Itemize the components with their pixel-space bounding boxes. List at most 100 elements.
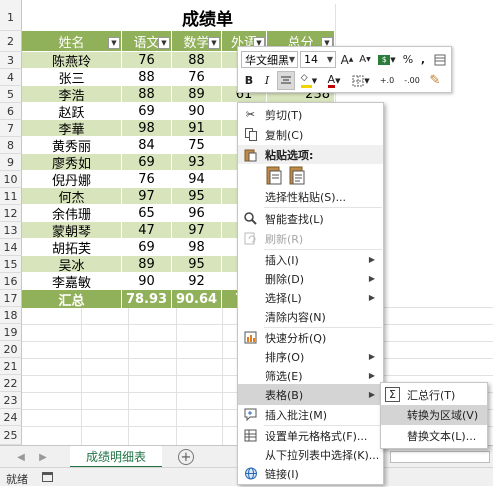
cell-chinese[interactable]: 90 [122, 273, 172, 290]
macro-record-icon[interactable] [42, 472, 53, 482]
row-header[interactable]: 17 [0, 290, 22, 307]
cell-name[interactable]: 余伟珊 [22, 205, 122, 223]
cell-chinese[interactable]: 76 [122, 52, 172, 69]
totals-math[interactable]: 90.64 [172, 290, 222, 308]
cell-chinese[interactable]: 89 [122, 256, 172, 273]
row-header[interactable]: 25 [0, 426, 22, 445]
filter-dropdown-icon[interactable]: ▼ [158, 37, 170, 49]
row-header[interactable]: 10 [0, 171, 22, 188]
decrease-decimal-icon[interactable]: -.00 [400, 72, 424, 89]
comma-style-icon[interactable]: , [417, 51, 429, 68]
currency-format-icon[interactable]: $ ▼ [375, 51, 399, 68]
add-sheet-icon[interactable]: + [178, 449, 194, 465]
cell-math[interactable]: 90 [172, 103, 222, 120]
format-painter-icon[interactable]: ✎ [427, 72, 443, 89]
menu-item-table[interactable]: 表格(B) ▶ [238, 384, 383, 405]
cell-name[interactable]: 倪丹娜 [22, 171, 122, 189]
increase-decimal-icon[interactable]: +.0 [376, 72, 398, 89]
row-header[interactable]: 15 [0, 256, 22, 273]
cell-chinese[interactable]: 84 [122, 137, 172, 154]
row-header[interactable]: 20 [0, 341, 22, 358]
menu-item-quick-analysis[interactable]: 快速分析(Q) [238, 328, 383, 347]
row-header[interactable]: 11 [0, 188, 22, 205]
cell-math[interactable]: 76 [172, 69, 222, 86]
cell-chinese[interactable]: 47 [122, 222, 172, 239]
menu-item-delete[interactable]: 删除(D) ▶ [238, 269, 383, 288]
cell-chinese[interactable]: 88 [122, 86, 172, 103]
row-header[interactable]: 4 [0, 69, 22, 86]
horizontal-scrollbar[interactable] [390, 451, 490, 463]
cell-name[interactable]: 陈燕玲 [22, 52, 122, 70]
menu-item-link[interactable]: 链接(I) [238, 464, 383, 483]
cell-math[interactable]: 98 [172, 239, 222, 256]
cell-math[interactable]: 88 [172, 52, 222, 69]
cell-chinese[interactable]: 98 [122, 120, 172, 137]
menu-item-refresh[interactable]: 刷新(R) [238, 229, 383, 248]
cell-name[interactable]: 何杰 [22, 188, 122, 206]
row-header[interactable]: 3 [0, 52, 22, 69]
paste-values-icon[interactable] [288, 165, 310, 187]
menu-item-cut[interactable]: ✂ 剪切(T) [238, 105, 383, 124]
row-header[interactable]: 21 [0, 358, 22, 375]
cell-chinese[interactable]: 69 [122, 239, 172, 256]
row-header[interactable]: 8 [0, 137, 22, 154]
cell-math[interactable]: 93 [172, 154, 222, 171]
sheet-tab-active[interactable]: 成绩明细表 [70, 446, 162, 468]
cell-name[interactable]: 李浩 [22, 86, 122, 104]
paste-option-icon[interactable] [265, 165, 287, 187]
cell-math[interactable]: 89 [172, 86, 222, 103]
bold-button[interactable]: B [241, 72, 257, 89]
italic-button[interactable]: I [259, 72, 275, 89]
tab-scroll-right-icon[interactable]: ▶ [36, 450, 50, 464]
row-header[interactable]: 12 [0, 205, 22, 222]
cell-math[interactable]: 95 [172, 188, 222, 205]
format-painter-grid-icon[interactable] [432, 51, 448, 68]
font-name-combo[interactable]: 华文细黑 ▼ [241, 51, 298, 68]
cell-name[interactable]: 蒙朝琴 [22, 222, 122, 240]
menu-item-smart-lookup[interactable]: 智能查找(L) [238, 209, 383, 228]
cell-chinese[interactable]: 69 [122, 103, 172, 120]
menu-item-format-cells[interactable]: 设置单元格格式(F)... [238, 426, 383, 445]
row-header[interactable]: 14 [0, 239, 22, 256]
font-size-combo[interactable]: 14 ▼ [300, 51, 336, 68]
cell-chinese[interactable]: 65 [122, 205, 172, 222]
align-center-icon[interactable] [277, 71, 295, 90]
menu-item-filter[interactable]: 筛选(E) ▶ [238, 366, 383, 385]
cell-math[interactable]: 97 [172, 222, 222, 239]
row-header[interactable]: 22 [0, 375, 22, 392]
row-header[interactable]: 6 [0, 103, 22, 120]
font-color-icon[interactable]: A ▼ [323, 72, 345, 89]
submenu-item-alt-text[interactable]: 替换文本(L)... [381, 426, 487, 446]
row-header[interactable]: 7 [0, 120, 22, 137]
cell-math[interactable]: 91 [172, 120, 222, 137]
submenu-item-convert-to-range[interactable]: 转换为区域(V) [381, 405, 487, 425]
submenu-item-total-row[interactable]: Σ 汇总行(T) [381, 385, 487, 405]
menu-item-pick-from-list[interactable]: 从下拉列表中选择(K)... [238, 445, 383, 464]
cell-math[interactable]: 95 [172, 256, 222, 273]
row-header[interactable]: 19 [0, 324, 22, 341]
cell-math[interactable]: 96 [172, 205, 222, 222]
tab-scroll-left-icon[interactable]: ◀ [14, 450, 28, 464]
row-header[interactable]: 16 [0, 273, 22, 290]
cell-math[interactable]: 94 [172, 171, 222, 188]
cell-name[interactable]: 张三 [22, 69, 122, 87]
cell-chinese[interactable]: 97 [122, 188, 172, 205]
sheet-title[interactable]: 成绩单 [22, 4, 393, 31]
totals-chinese[interactable]: 78.93 [122, 290, 172, 308]
row-header[interactable]: 2 [0, 31, 22, 52]
menu-item-copy[interactable]: 复制(C) [238, 125, 383, 144]
menu-item-clear-contents[interactable]: 清除内容(N) [238, 307, 383, 326]
row-header[interactable]: 5 [0, 86, 22, 103]
cell-math[interactable]: 75 [172, 137, 222, 154]
grow-font-icon[interactable]: A ▲ [339, 51, 355, 68]
cell-name[interactable]: 李華 [22, 120, 122, 138]
filter-dropdown-icon[interactable]: ▼ [108, 37, 120, 49]
column-header-math[interactable]: 数学 ▼ [172, 31, 222, 52]
row-header[interactable]: 18 [0, 307, 22, 324]
filter-dropdown-icon[interactable]: ▼ [208, 37, 220, 49]
cell-name[interactable]: 胡拓芙 [22, 239, 122, 257]
row-header[interactable]: 9 [0, 154, 22, 171]
totals-label[interactable]: 汇总 [22, 290, 122, 309]
row-header[interactable]: 23 [0, 392, 22, 409]
cell-chinese[interactable]: 76 [122, 171, 172, 188]
